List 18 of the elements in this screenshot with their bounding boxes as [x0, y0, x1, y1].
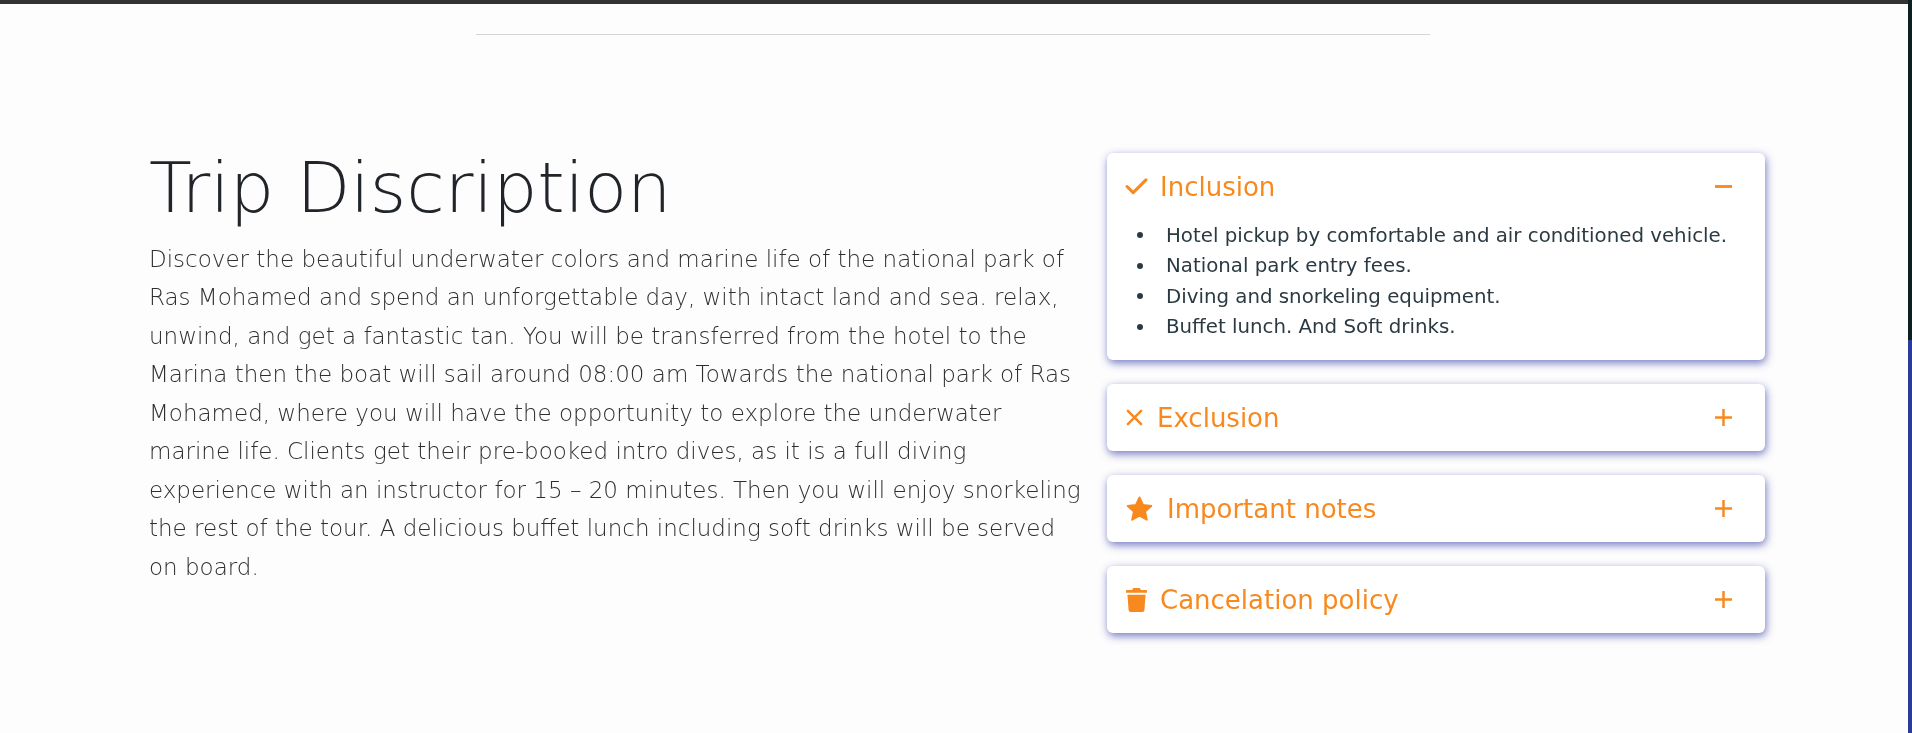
star-icon — [1126, 495, 1153, 522]
description-paragraph: Discover the beautiful underwater colors and marine life of the national park of Ras Mohamed and spend an unforgettable day, with intact land and sea. relax, unwind, and get a fantastic tan. You will be transferred from the hotel to the Marina then the boat will sail around 08:00 am Towards the national park of Ras Mohamed, where you will have the opportunity to explore the underwater marine life. Clients get their pre-booked intro dives, as it is a full diving experience with an instructor for 15 – 20 minutes. Then you will enjoy snorkeling the rest of the tour. A delicious buffet lunch including soft drinks will be served on board. — [149, 244, 1082, 582]
accordion-header-button[interactable]: Important notes — [1107, 475, 1765, 542]
list-item-text: Diving and snorkeling equipment. — [1166, 284, 1501, 308]
list-item-text: National park entry fees. — [1166, 254, 1412, 278]
accordion-header-button[interactable]: Exclusion — [1107, 384, 1765, 451]
bullet-icon — [1137, 323, 1143, 330]
bullet-icon — [1137, 262, 1143, 269]
section-title: Trip Discription — [149, 146, 673, 231]
accordion-header-button[interactable]: Inclusion — [1107, 153, 1765, 220]
accordion-header-button[interactable]: Cancelation policy — [1107, 566, 1765, 633]
check-icon — [1125, 178, 1148, 195]
bullet-icon — [1137, 232, 1143, 239]
trash-icon — [1126, 587, 1147, 612]
cross-icon — [1126, 409, 1143, 426]
list-item-text: Buffet lunch. And Soft drinks. — [1166, 315, 1456, 339]
bullet-icon — [1137, 293, 1143, 300]
list-item-text: Hotel pickup by comfortable and air conditioned vehicle. — [1166, 223, 1727, 247]
